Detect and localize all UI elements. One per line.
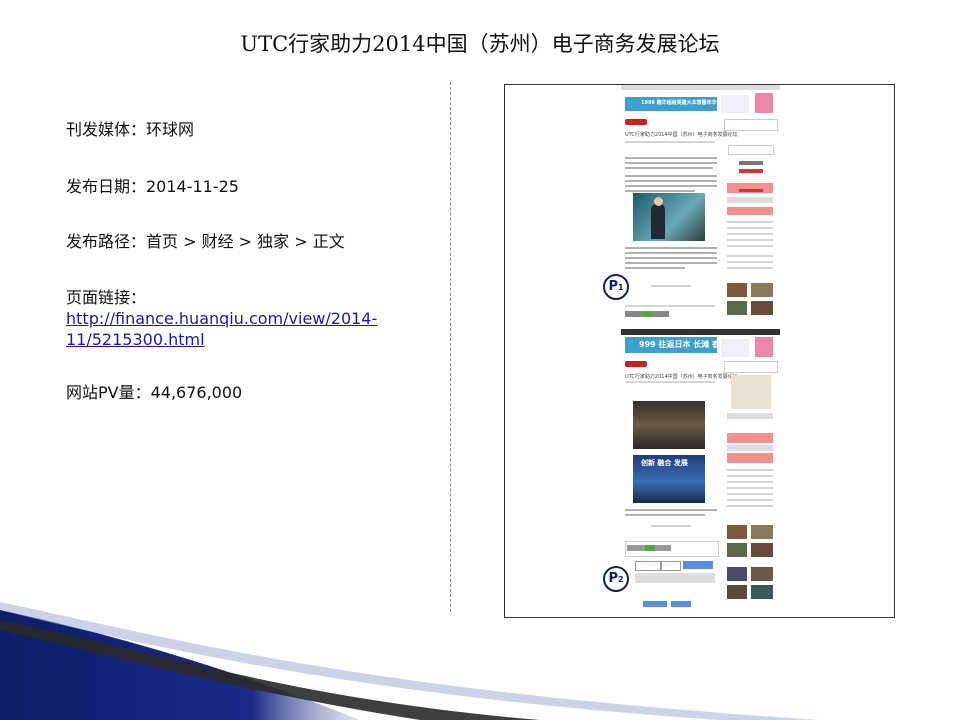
screenshot-page-2: 999 往返日本 长滩 香港 UTC行家助力2014中国（苏州）电子商务发展论坛…	[621, 329, 780, 617]
divider	[450, 82, 451, 612]
p1-article-title: UTC行家助力2014中国（苏州）电子商务发展论坛	[625, 132, 738, 138]
p2-photo-stage: 创新 融合 发展	[633, 455, 705, 503]
publish-date: 发布日期：2014-11-25	[66, 177, 239, 196]
p2-slide-caption: 创新 融合 发展	[641, 459, 688, 467]
p2-article-title: UTC行家助力2014中国（苏州）电子商务发展论坛	[625, 374, 738, 380]
slide-title: UTC行家助力2014中国（苏州）电子商务发展论坛	[240, 32, 720, 56]
screenshot-page-1: 1999 趣华超级英雄大本营嘉年华 UTC行家助力2014中国（苏州）电子商务发…	[621, 85, 780, 323]
p2-photo-hall	[633, 401, 705, 449]
link-label: 页面链接：	[66, 288, 147, 307]
media-label: 刊发媒体：环球网	[66, 120, 195, 139]
page-link[interactable]: http://finance.huanqiu.com/view/2014-11/…	[66, 309, 377, 349]
p1-photo	[633, 193, 705, 241]
p2-banner: 999 往返日本 长滩 香港	[625, 337, 728, 353]
page-views: 网站PV量：44,676,000	[66, 383, 243, 402]
screenshot-frame: 1999 趣华超级英雄大本营嘉年华 UTC行家助力2014中国（苏州）电子商务发…	[504, 84, 895, 618]
p1-banner: 1999 趣华超级英雄大本营嘉年华	[625, 97, 717, 111]
publish-path: 发布路径：首页 > 财经 > 独家 > 正文	[66, 232, 345, 251]
corner-decoration	[0, 602, 820, 720]
badge-page-1: P1	[603, 274, 629, 300]
badge-page-2: P2	[603, 566, 629, 592]
site-logo	[625, 119, 647, 125]
